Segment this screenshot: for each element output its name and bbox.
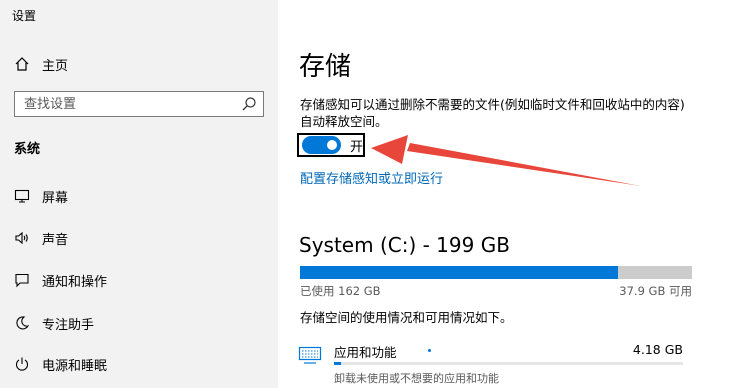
sidebar-item-label: 屏幕	[42, 190, 69, 206]
sidebar: 设置 主页 系统 屏幕 声音 通知和操作 专注助手	[0, 0, 278, 388]
category-subtitle: 卸载未使用或不想要的应用和功能	[334, 372, 499, 385]
storage-sense-description: 存储感知可以通过删除不需要的文件(例如临时文件和回收站中的内容)自动释放空间。	[300, 97, 685, 129]
sidebar-item-label: 专注助手	[42, 317, 95, 333]
category-usage-bar	[334, 362, 683, 365]
section-label: 系统	[14, 142, 41, 157]
main-panel: 存储 存储感知可以通过删除不需要的文件(例如临时文件和回收站中的内容)自动释放空…	[278, 0, 746, 388]
page-title: 存储	[299, 52, 352, 82]
sidebar-item-label: 通知和操作	[42, 274, 108, 290]
nav-home-label: 主页	[42, 58, 69, 74]
sidebar-item-power-sleep[interactable]: 电源和睡眠	[12, 352, 272, 376]
drive-usage-bar	[300, 266, 692, 279]
used-space-label: 已使用 162 GB	[300, 284, 381, 298]
apps-icon	[298, 346, 322, 366]
category-usage-fill	[334, 362, 341, 365]
nav-home[interactable]: 主页	[12, 52, 272, 76]
notification-icon	[12, 270, 32, 290]
usage-note: 存储空间的使用情况和可用情况如下。	[300, 310, 513, 325]
display-icon	[12, 186, 32, 206]
moon-icon	[12, 313, 32, 333]
home-icon	[12, 54, 32, 74]
configure-storage-sense-link[interactable]: 配置存储感知或立即运行	[300, 168, 443, 187]
speaker-icon	[12, 228, 32, 248]
power-icon	[12, 354, 32, 374]
usage-dot	[428, 349, 431, 352]
sidebar-item-notifications[interactable]: 通知和操作	[12, 268, 272, 292]
category-apps-features[interactable]: 应用和功能 4.18 GB 卸载未使用或不想要的应用和功能	[298, 340, 690, 385]
category-name: 应用和功能	[334, 345, 397, 360]
sidebar-item-label: 声音	[42, 232, 69, 248]
category-size: 4.18 GB	[632, 342, 683, 357]
free-space-label: 37.9 GB 可用	[619, 284, 692, 298]
drive-usage-fill	[300, 266, 618, 279]
window-title: 设置	[12, 9, 37, 23]
toggle-state-label: 开	[349, 139, 363, 155]
storage-sense-toggle-group: 开	[297, 133, 365, 157]
drive-title: System (C:) - 199 GB	[299, 233, 510, 257]
toggle-knob	[326, 140, 337, 150]
sidebar-item-sound[interactable]: 声音	[12, 226, 272, 250]
sidebar-item-label: 电源和睡眠	[42, 358, 108, 374]
sidebar-item-focus-assist[interactable]: 专注助手	[12, 311, 272, 335]
search-icon[interactable]	[241, 96, 257, 112]
search-input[interactable]	[15, 92, 224, 116]
search-box[interactable]	[14, 91, 264, 117]
sidebar-item-display[interactable]: 屏幕	[12, 184, 272, 208]
storage-sense-toggle[interactable]	[302, 136, 341, 154]
